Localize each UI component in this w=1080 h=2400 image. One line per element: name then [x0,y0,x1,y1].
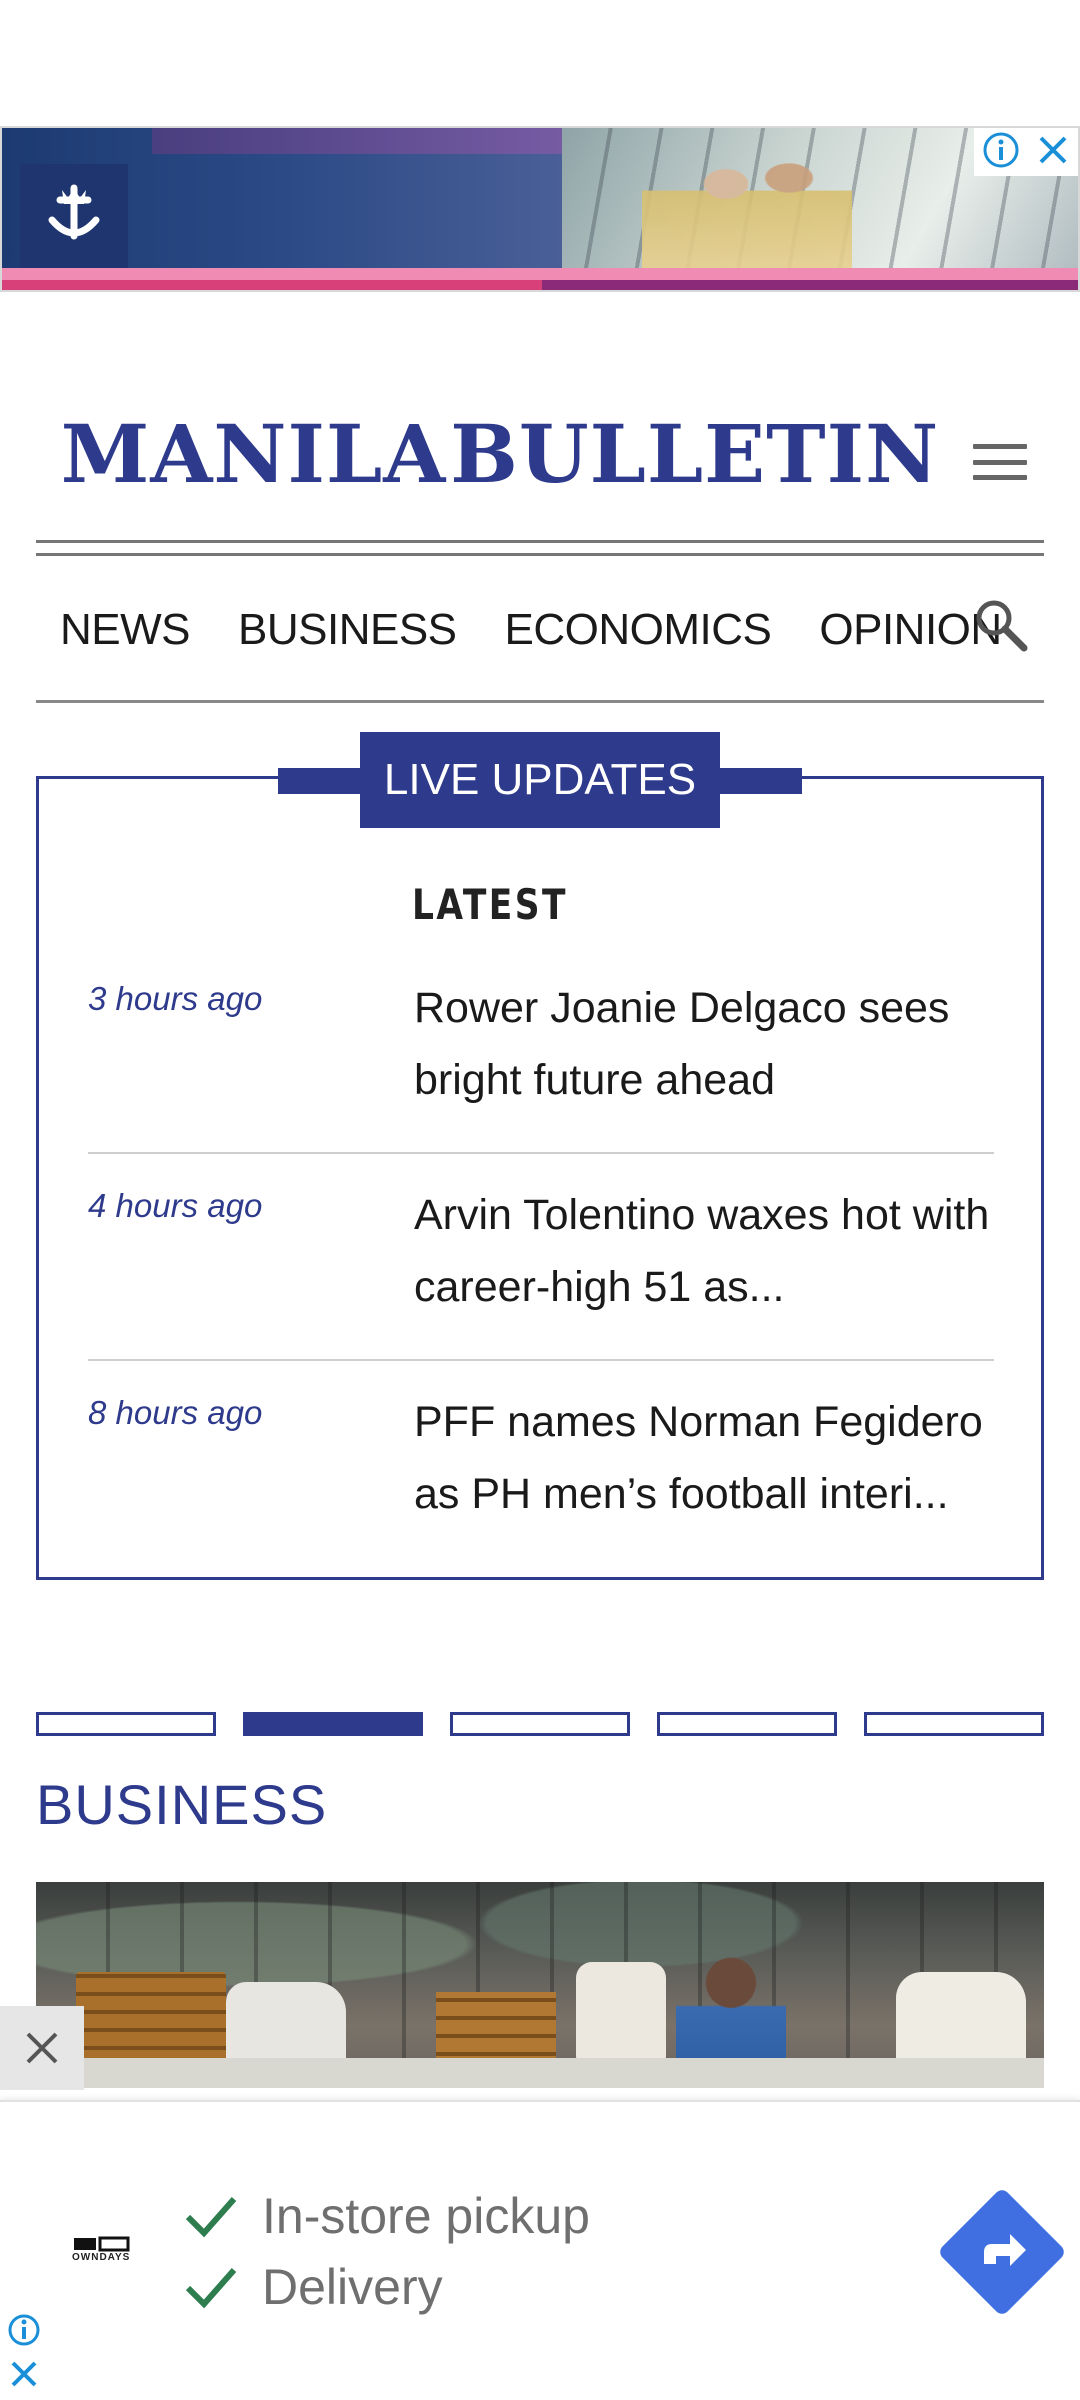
ad-controls [974,128,1078,176]
logo-text-left: MANILA [60,407,447,501]
check-icon [185,2268,237,2309]
item-time: 8 hours ago [88,1394,263,1431]
latest-heading: LATEST [412,880,569,929]
live-updates-tab[interactable]: LIVE UPDATES [360,732,720,828]
nav-item-business[interactable]: BUSINESS [238,605,457,655]
ad-line-text: In-store pickup [262,2188,590,2244]
ad-line: In-store pickup [182,2187,590,2245]
ad-stripe-bottom [2,280,1078,290]
info-icon[interactable] [981,130,1021,175]
item-time: 3 hours ago [88,980,263,1017]
carousel-dot[interactable] [450,1712,630,1736]
brand-name: OWNDAYS [72,2252,131,2263]
site-logo[interactable]: MANILA BULLETIN [61,407,938,501]
top-ad-banner[interactable] [0,126,1080,292]
item-headline[interactable]: PFF names Norman Fegidero as PH men’s fo… [414,1386,994,1530]
hamburger-menu-icon[interactable] [970,440,1030,484]
ad-people-image [642,148,852,268]
bottom-ad-banner[interactable]: OWNDAYS In-store pickup Delivery [0,2100,1080,2400]
carousel-indicators [36,1712,1044,1736]
row-divider [88,1152,994,1154]
carousel-dot[interactable] [864,1712,1044,1736]
item-headline[interactable]: Arvin Tolentino waxes hot with career-hi… [414,1179,994,1323]
ad-line: Delivery [182,2258,443,2316]
row-divider [88,1359,994,1361]
close-icon[interactable] [0,2006,84,2090]
close-icon[interactable] [1035,132,1071,173]
nav-divider [36,700,1044,703]
business-article-image[interactable] [36,1882,1044,2088]
search-icon[interactable] [970,594,1034,658]
carousel-dot[interactable] [657,1712,837,1736]
carousel-dot[interactable] [36,1712,216,1736]
header-divider [36,540,1044,556]
ad-line-text: Delivery [262,2259,443,2315]
close-icon[interactable] [8,2358,40,2390]
ad-stripe [2,268,1078,280]
logo-text-right: BULLETIN [450,407,940,501]
carousel-dot-active[interactable] [243,1712,423,1736]
main-nav: NEWS BUSINESS ECONOMICS OPINION [36,590,1044,670]
crown-anchor-logo-icon [20,164,128,268]
check-icon [185,2197,237,2238]
info-icon[interactable] [6,2312,42,2348]
item-headline[interactable]: Rower Joanie Delgaco sees bright future … [414,972,994,1116]
section-title[interactable]: BUSINESS [36,1772,327,1837]
directions-arrow-icon[interactable] [960,2210,1044,2294]
item-time: 4 hours ago [88,1187,263,1224]
nav-item-news[interactable]: NEWS [60,605,191,655]
nav-item-economics[interactable]: ECONOMICS [505,605,772,655]
